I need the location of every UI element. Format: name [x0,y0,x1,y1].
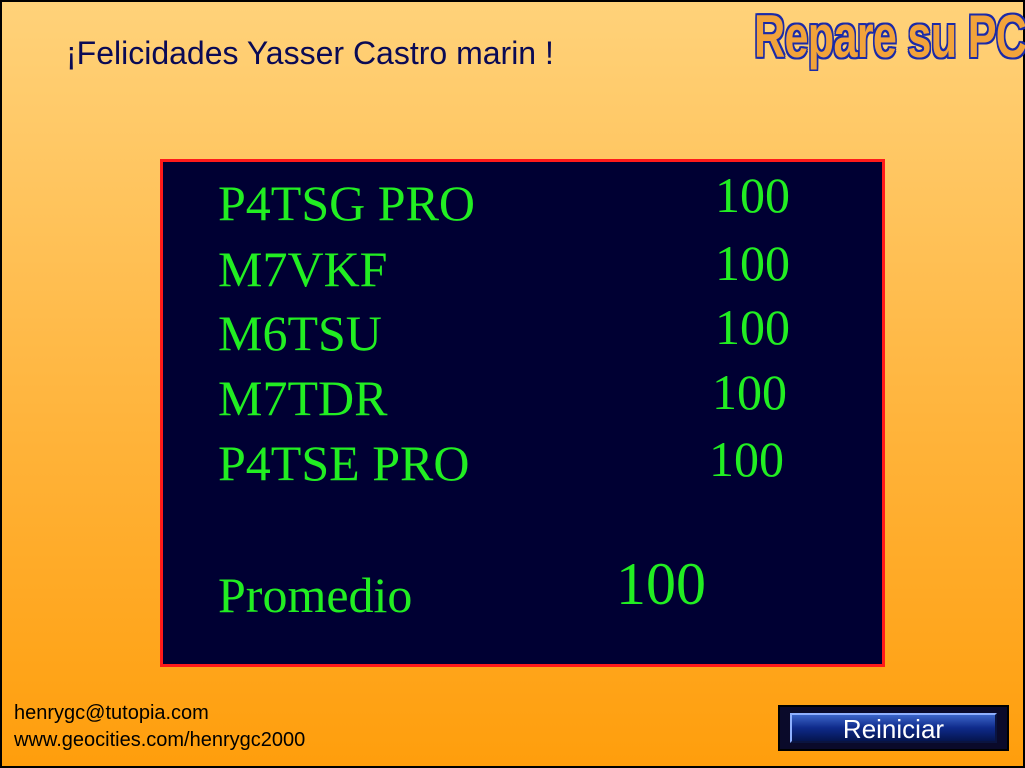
result-label-p4tse-pro: P4TSE PRO [218,435,470,491]
restart-button[interactable]: Reiniciar [778,705,1009,751]
repare-su-pc-logo: Repare su PC [754,3,1025,70]
result-score-p4tsg-pro: 100 [715,167,790,223]
result-label-m7vkf: M7VKF [218,241,388,297]
result-label-m6tsu: M6TSU [218,305,382,361]
slide-background: ¡Felicidades Yasser Castro marin ! Repar… [0,0,1025,768]
contact-email: henrygc@tutopia.com [14,702,209,724]
average-label: Promedio [218,567,413,623]
result-score-p4tse-pro: 100 [709,431,784,487]
result-label-p4tsg-pro: P4TSG PRO [218,175,476,231]
average-score: 100 [616,551,706,617]
result-score-m6tsu: 100 [715,299,790,355]
result-score-m7vkf: 100 [715,235,790,291]
greeting-title: ¡Felicidades Yasser Castro marin ! [66,35,554,71]
result-label-m7tdr: M7TDR [218,370,388,426]
restart-button-label: Reiniciar [790,713,997,743]
results-panel: P4TSG PRO 100 M7VKF 100 M6TSU 100 M7TDR … [160,159,885,667]
contact-footer: henrygc@tutopia.com www.geocities.com/he… [14,700,305,754]
result-score-m7tdr: 100 [712,364,787,420]
contact-website: www.geocities.com/henrygc2000 [14,729,306,751]
